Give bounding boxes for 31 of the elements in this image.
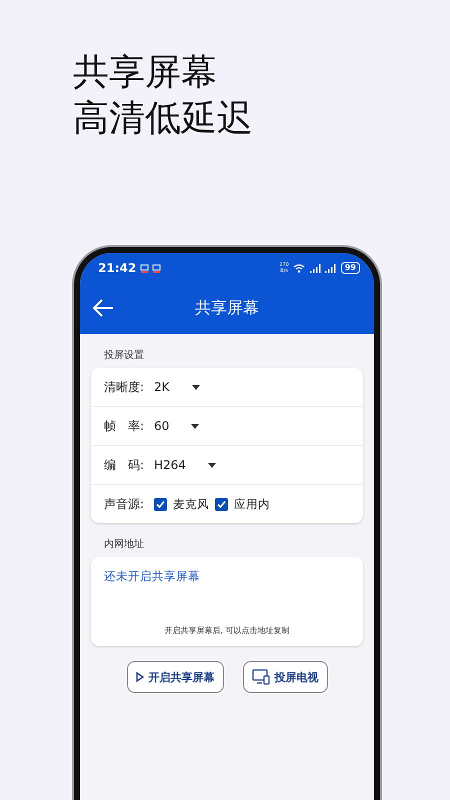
- checkbox[interactable]: [215, 498, 228, 510]
- checkbox-label[interactable]: 麦克风: [173, 496, 209, 512]
- signal-icon: [308, 264, 337, 272]
- setting-label: 清晰度:: [104, 378, 146, 396]
- notification-icon: [140, 264, 162, 272]
- headline: 共享屏幕: [73, 51, 218, 95]
- section-title: 内网地址: [103, 538, 145, 552]
- dropdown-caret-icon: [191, 424, 200, 428]
- dropdown[interactable]: 2K: [154, 380, 200, 394]
- headline: 高清低延迟: [73, 97, 254, 141]
- monitor-phone-icon: [252, 669, 270, 685]
- setting-label: 声音源:: [104, 496, 146, 512]
- dropdown-caret-icon: [208, 462, 216, 468]
- wifi-icon: [292, 264, 305, 272]
- toolbar-title: 共享屏幕: [195, 298, 259, 319]
- hint-text: 开启共享屏幕后, 可以点击地址复制: [163, 625, 291, 636]
- dropdown[interactable]: H264: [154, 458, 216, 472]
- setting-label: 帧 率:: [104, 418, 146, 434]
- dropdown[interactable]: 60: [154, 419, 200, 433]
- battery-level: 99: [340, 262, 360, 274]
- play-icon: [136, 672, 144, 682]
- status-time: 21:42: [98, 261, 136, 275]
- start-share-button[interactable]: 开启共享屏幕: [126, 661, 224, 693]
- setting-label: 编 码:: [104, 456, 146, 474]
- checkbox[interactable]: [154, 498, 167, 510]
- checkbox-label[interactable]: 应用内: [234, 496, 270, 512]
- cast-tv-button[interactable]: 投屏电视: [242, 661, 328, 693]
- address-status[interactable]: 还未开启共享屏幕: [104, 569, 350, 584]
- back-arrow-icon[interactable]: [92, 298, 114, 318]
- section-title: 投屏设置: [103, 348, 145, 363]
- dropdown-caret-icon: [192, 384, 200, 390]
